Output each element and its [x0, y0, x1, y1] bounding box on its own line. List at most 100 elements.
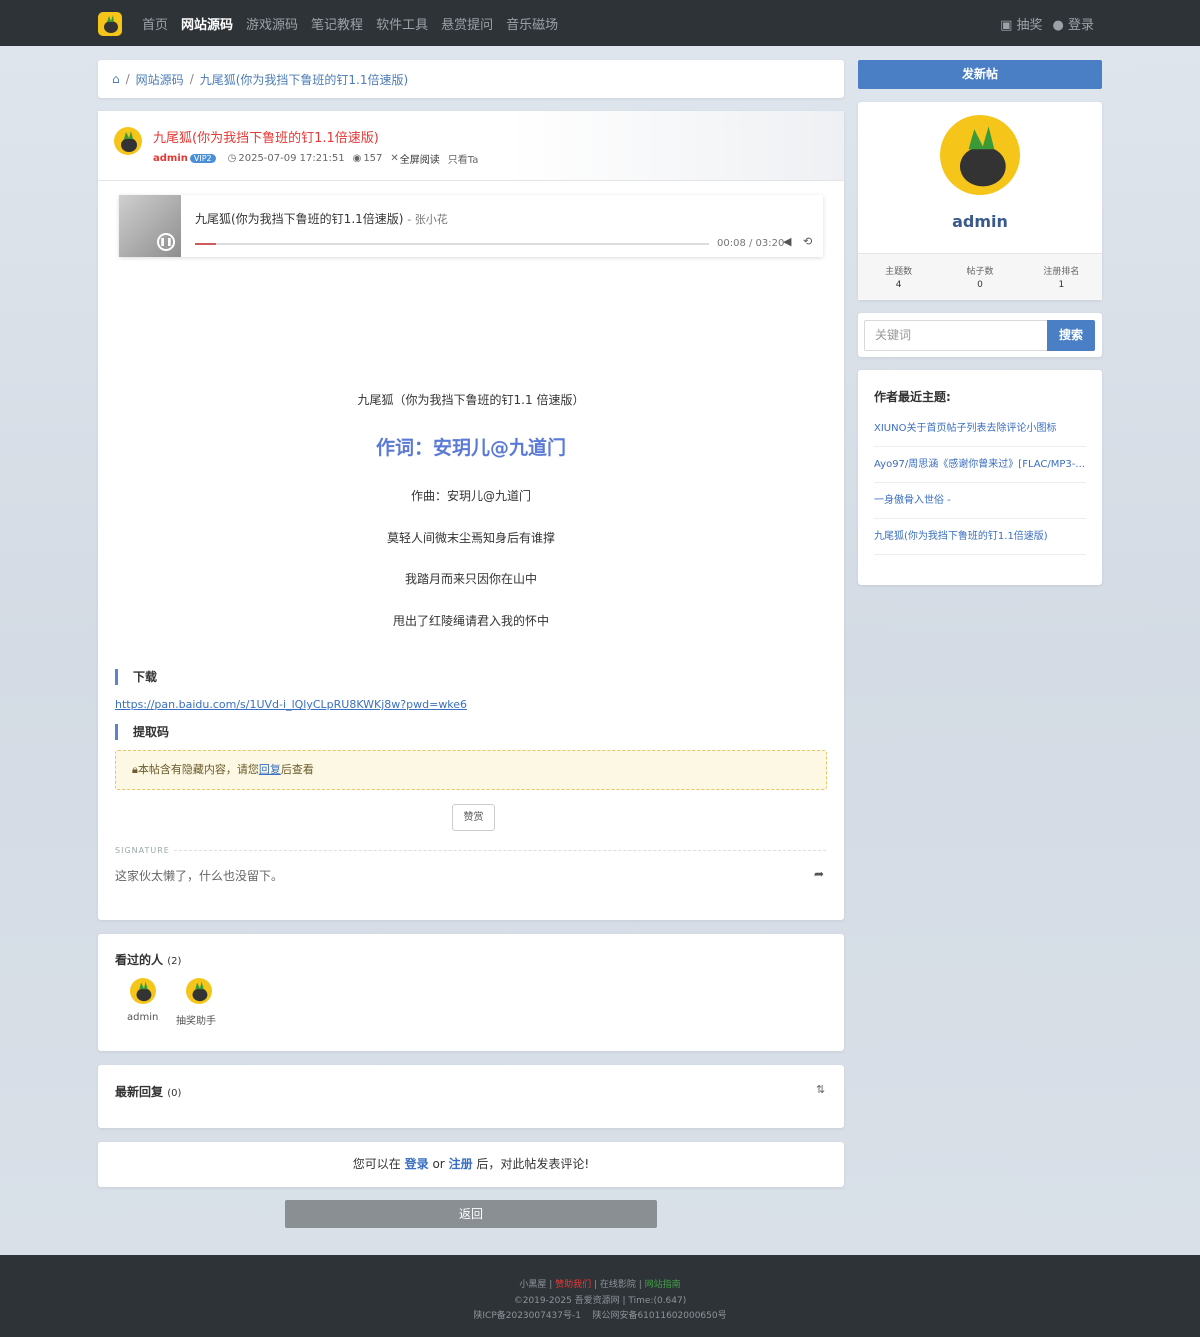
viewer-avatar[interactable]: [130, 978, 156, 1004]
ga-link[interactable]: 陕公网安备61011602000650号: [592, 1311, 726, 1321]
signature-label: SIGNATURE: [115, 846, 170, 855]
loop-icon[interactable]: ⟲: [803, 235, 812, 248]
nav-music[interactable]: 音乐磁场: [506, 14, 558, 33]
login-prompt-login[interactable]: 登录: [405, 1157, 429, 1171]
stat-topics: 主题数 4: [858, 254, 939, 300]
pause-icon[interactable]: ❚❚: [157, 233, 175, 251]
login-prompt-post: 后，对此帖发表评论!: [476, 1157, 590, 1171]
profile-card: admin 主题数 4 帖子数 0 注册排名 1: [858, 102, 1102, 300]
breadcrumb-section[interactable]: 网站源码: [136, 71, 184, 88]
author-name[interactable]: admin: [153, 153, 188, 164]
post-datetime: 2025-07-09 17:21:51: [238, 153, 345, 164]
stat-label: 注册排名: [1043, 267, 1080, 277]
stat-value: 0: [977, 280, 983, 290]
lottery-link[interactable]: ▣ 抽奖: [1000, 14, 1042, 33]
footer: 小黑屋 | 赞助我们 | 在线影院 | 网站指南 ©2019-2025 吾爱资源…: [0, 1255, 1200, 1337]
post-card: 九尾狐(你为我挡下鲁班的钉1.1倍速版) admin VIP2 ◷ 2025-0…: [98, 111, 844, 920]
footer-link[interactable]: 赞助我们: [555, 1280, 591, 1290]
download-link[interactable]: https://pan.baidu.com/s/1UVd-i_lQlyCLpRU…: [115, 698, 467, 711]
progress-fill: [195, 243, 216, 245]
stat-value: 1: [1058, 280, 1065, 290]
login-prompt-or: or: [432, 1157, 445, 1171]
viewers-title: 看过的人: [115, 953, 164, 967]
breadcrumb-separator: /: [189, 72, 194, 86]
lyric-line: 甩出了红陵绳请君入我的怀中: [392, 614, 549, 628]
recent-topics-title: 作者最近主题:: [874, 390, 951, 404]
stat-posts: 帖子数 0: [939, 254, 1020, 300]
viewers-count: (2): [167, 956, 182, 967]
login-link[interactable]: ● 登录: [1053, 14, 1095, 33]
footer-links: 小黑屋 | 赞助我们 | 在线影院 | 网站指南: [519, 1280, 681, 1290]
viewer-name[interactable]: admin: [127, 1012, 158, 1023]
nav-software[interactable]: 软件工具: [376, 14, 428, 33]
post-header: 九尾狐(你为我挡下鲁班的钉1.1倍速版) admin VIP2 ◷ 2025-0…: [98, 111, 844, 181]
signature-text: 这家伙太懒了，什么也没留下。: [115, 869, 284, 883]
content-line: 九尾狐（你为我挡下鲁班的钉1.1 倍速版）: [357, 393, 585, 407]
recent-topic[interactable]: 一身傲骨入世俗 -: [874, 483, 1086, 519]
viewer-avatar[interactable]: [186, 978, 212, 1004]
download-heading: 下载: [115, 669, 157, 685]
nav-game-source[interactable]: 游戏源码: [246, 14, 298, 33]
fullscreen-icon: ✕: [390, 153, 399, 164]
share-icon[interactable]: ➦: [814, 867, 824, 881]
viewer-name[interactable]: 抽奖助手: [176, 1012, 216, 1027]
recent-topic[interactable]: Ayo97/周思涵《感谢你曾来过》[FLAC/MP3-...: [874, 447, 1086, 483]
profile-avatar[interactable]: [940, 115, 1020, 195]
stat-label: 主题数: [885, 267, 913, 277]
footer-link[interactable]: 小黑屋: [519, 1280, 546, 1290]
profile-stats: 主题数 4 帖子数 0 注册排名 1: [858, 253, 1102, 300]
nav-website-source[interactable]: 网站源码: [181, 14, 233, 33]
lottery-label: 抽奖: [1016, 17, 1043, 33]
signature-divider: [174, 850, 826, 851]
code-heading: 提取码: [115, 724, 169, 740]
post-views: 157: [363, 153, 383, 164]
stat-rank: 注册排名 1: [1021, 254, 1102, 300]
login-prompt-pre: 您可以在: [352, 1157, 401, 1171]
search-button[interactable]: 搜索: [1047, 320, 1095, 351]
reward-button[interactable]: 赞赏: [452, 804, 495, 831]
hidden-text: 本帖含有隐藏内容，请您: [137, 763, 259, 776]
replies-count: (0): [167, 1088, 182, 1099]
track-time: 00:08 / 03:20: [717, 238, 785, 249]
site-logo[interactable]: [98, 12, 122, 36]
viewers-card: 看过的人 (2) admin 抽奖助手: [98, 934, 844, 1051]
login-prompt: 您可以在 登录 or 注册 后，对此帖发表评论!: [98, 1142, 844, 1187]
volume-icon[interactable]: ◀: [783, 235, 791, 248]
footer-link[interactable]: 在线影院: [600, 1280, 636, 1290]
sort-icon[interactable]: ⇅: [816, 1083, 825, 1096]
progress-bar[interactable]: [195, 243, 709, 245]
icp-link[interactable]: 陕ICP备2023007437号-1: [473, 1311, 581, 1321]
home-icon[interactable]: ⌂: [112, 72, 120, 86]
only-ta-link[interactable]: 只看Ta: [448, 151, 479, 166]
nav-notes[interactable]: 笔记教程: [311, 14, 363, 33]
reply-link[interactable]: 回复: [259, 763, 281, 776]
nav-bounty[interactable]: 悬赏提问: [441, 14, 493, 33]
lyric-line: 我踏月而来只因你在山中: [404, 572, 537, 586]
recent-topic[interactable]: XIUNO关于首页帖子列表去除评论小图标: [874, 411, 1086, 447]
author-avatar[interactable]: [114, 127, 142, 155]
lyric-line: 莫轻人间微末尘焉知身后有谁撑: [386, 531, 555, 545]
new-post-button[interactable]: 发新帖: [858, 60, 1102, 89]
footer-link[interactable]: 网站指南: [645, 1280, 681, 1290]
post-title[interactable]: 九尾狐(你为我挡下鲁班的钉1.1倍速版): [153, 127, 379, 146]
login-prompt-register[interactable]: 注册: [449, 1157, 473, 1171]
replies-title: 最新回复: [115, 1085, 164, 1099]
nav-home[interactable]: 首页: [142, 14, 168, 33]
login-label: 登录: [1067, 17, 1094, 33]
footer-icp: 陕ICP备2023007437号-1 陕公网安备61011602000650号: [0, 1308, 1200, 1321]
post-meta: admin VIP2 ◷ 2025-07-09 17:21:51 ◉ 157 ✕…: [153, 151, 486, 166]
main-nav: 首页 网站源码 游戏源码 笔记教程 软件工具 悬赏提问 音乐磁场: [142, 0, 571, 46]
fullscreen-link[interactable]: 全屏阅读: [400, 151, 440, 166]
track-title: 九尾狐(你为我挡下鲁班的钉1.1倍速版): [195, 212, 404, 226]
search-input[interactable]: 关键词: [864, 320, 1049, 351]
profile-username[interactable]: admin: [858, 212, 1102, 231]
replies-card: 最新回复 (0) ⇅: [98, 1065, 844, 1128]
recent-topic[interactable]: 九尾狐(你为我挡下鲁班的钉1.1倍速版): [874, 519, 1086, 555]
back-button[interactable]: 返回: [285, 1200, 657, 1228]
content-lyricist: 作词：安玥儿@九道门: [375, 437, 566, 459]
eye-icon: ◉: [352, 153, 362, 164]
breadcrumb-separator: /: [125, 72, 130, 86]
replies-heading: 最新回复 (0): [115, 1083, 181, 1100]
hidden-text-after: 后查看: [280, 763, 314, 776]
breadcrumb-current[interactable]: 九尾狐(你为我挡下鲁班的钉1.1倍速版): [200, 71, 408, 88]
